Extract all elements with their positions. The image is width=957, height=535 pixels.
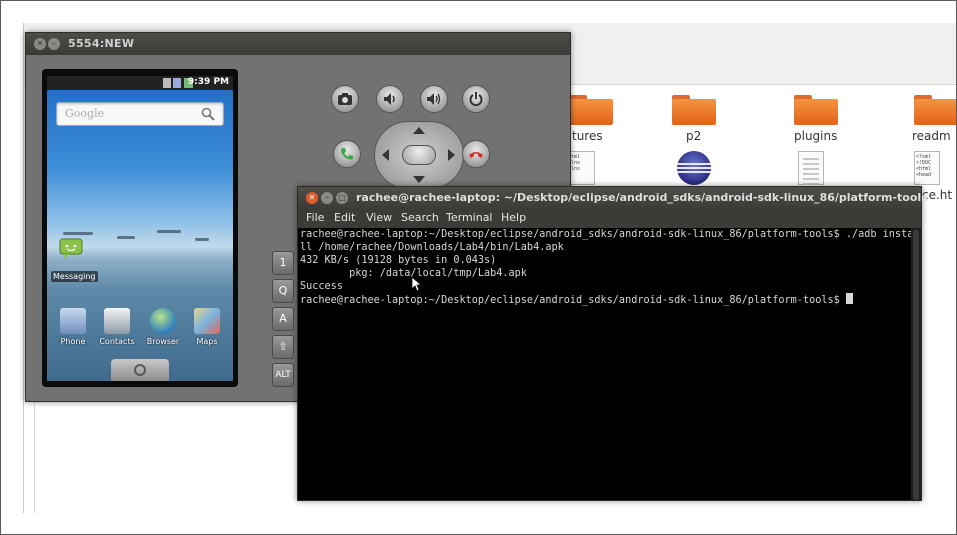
search-placeholder: Google <box>65 107 105 120</box>
arrow-down-icon[interactable] <box>413 176 425 183</box>
folder-label[interactable]: tures <box>572 129 603 143</box>
mouse-pointer-icon <box>412 277 422 292</box>
maps-app[interactable]: Maps <box>187 308 227 346</box>
volume-up-button[interactable] <box>420 85 448 113</box>
browser-app-icon <box>150 308 176 334</box>
scrollbar-thumb[interactable] <box>913 230 919 500</box>
app-label: Browser <box>146 337 180 346</box>
status-bar: 9:39 PM <box>47 76 233 90</box>
terminal-line: ll /home/rachee/Downloads/Lab4/bin/Lab4.… <box>300 242 564 253</box>
arrow-left-icon[interactable] <box>382 149 389 161</box>
menu-file[interactable]: File <box>306 211 324 224</box>
terminal-scrollbar[interactable] <box>911 228 921 500</box>
terminal-menubar: File Edit View Search Terminal Help <box>298 209 921 228</box>
menu-terminal[interactable]: Terminal <box>446 211 493 224</box>
text-cursor <box>845 293 853 304</box>
emulator-titlebar[interactable]: ✕ – 5554:NEW <box>26 33 570 55</box>
call-button[interactable] <box>333 140 361 168</box>
wallpaper-island <box>195 238 209 241</box>
folder-icon[interactable] <box>794 95 838 125</box>
app-launcher-tab[interactable] <box>111 359 169 381</box>
maximize-icon[interactable]: □ <box>336 192 348 204</box>
contacts-app-icon <box>104 308 130 334</box>
xml-file-icon[interactable]: tml lns lns <box>569 151 595 185</box>
menu-search[interactable]: Search <box>401 211 439 224</box>
eclipse-icon[interactable] <box>677 151 711 185</box>
folder-label[interactable]: readm <box>912 129 951 143</box>
call-icon <box>341 148 353 160</box>
folder-icon[interactable] <box>672 95 716 125</box>
menu-view[interactable]: View <box>366 211 392 224</box>
key-shift[interactable]: ⇧ <box>272 335 294 359</box>
terminal-line: pkg: /data/local/tmp/Lab4.apk <box>300 268 527 279</box>
key-q[interactable]: Q <box>272 279 294 303</box>
power-icon <box>469 92 483 107</box>
volume-up-icon <box>427 93 441 105</box>
file-preview-text: <?xml <!DOC <html <head <box>916 154 932 178</box>
close-icon[interactable]: ✕ <box>34 38 46 50</box>
terminal-title: rachee@rachee-laptop: ~/Desktop/eclipse/… <box>356 191 928 204</box>
menu-edit[interactable]: Edit <box>334 211 355 224</box>
phone-app[interactable]: Phone <box>53 308 93 346</box>
phone-app-icon <box>60 308 86 334</box>
end-call-button[interactable] <box>462 140 490 168</box>
volume-down-icon <box>384 93 395 105</box>
volume-down-button[interactable] <box>376 85 404 113</box>
signal-icon <box>173 78 181 88</box>
folder-icon[interactable] <box>914 95 956 125</box>
html-file-icon[interactable]: <?xml <!DOC <html <head <box>914 151 940 185</box>
terminal-output[interactable]: rachee@rachee-laptop:~/Desktop/eclipse/a… <box>300 228 911 500</box>
text-file-icon[interactable] <box>798 151 824 185</box>
key-a[interactable]: A <box>272 307 294 331</box>
browser-app[interactable]: Browser <box>143 308 183 346</box>
messaging-shortcut[interactable]: Messaging <box>51 238 98 283</box>
status-time: 9:39 PM <box>187 77 229 87</box>
camera-button[interactable] <box>331 85 359 113</box>
key-1[interactable]: 1 <box>272 251 294 275</box>
search-icon[interactable] <box>201 107 215 121</box>
device-screen-frame: 9:39 PM Google Messaging Phone Contacts … <box>42 69 238 387</box>
terminal-window: ✕ – □ rachee@rachee-laptop: ~/Desktop/ec… <box>297 186 928 501</box>
folder-label[interactable]: p2 <box>686 129 701 143</box>
power-button[interactable] <box>462 85 490 113</box>
google-search-widget[interactable]: Google <box>56 102 224 126</box>
desktop: tures p2 plugins readm tml lns lns <?xml… <box>0 0 957 535</box>
app-label: Maps <box>196 337 218 346</box>
app-label: Contacts <box>99 337 135 346</box>
wallpaper-island <box>117 236 135 239</box>
messaging-label: Messaging <box>51 271 98 282</box>
folder-label[interactable]: plugins <box>794 129 837 143</box>
maps-app-icon <box>194 308 220 334</box>
key-alt[interactable]: ALT <box>272 363 294 387</box>
app-label: Phone <box>60 337 86 346</box>
terminal-prompt-line: rachee@rachee-laptop:~/Desktop/eclipse/a… <box>300 293 911 307</box>
camera-icon <box>338 93 352 105</box>
network-3g-icon <box>163 78 171 88</box>
dpad[interactable] <box>374 121 464 189</box>
contacts-app[interactable]: Contacts <box>97 308 137 346</box>
device-screen[interactable]: 9:39 PM Google Messaging Phone Contacts … <box>47 76 233 381</box>
end-call-icon <box>469 152 483 158</box>
dpad-center-button[interactable] <box>402 145 436 165</box>
terminal-titlebar[interactable]: ✕ – □ rachee@rachee-laptop: ~/Desktop/ec… <box>298 187 928 209</box>
wallpaper-island <box>63 232 93 235</box>
folder-icon[interactable] <box>569 95 613 125</box>
messaging-icon <box>59 238 83 259</box>
emulator-title: 5554:NEW <box>68 37 135 50</box>
close-icon[interactable]: ✕ <box>306 192 318 204</box>
arrow-right-icon[interactable] <box>448 149 455 161</box>
terminal-line: 432 KB/s (19128 bytes in 0.043s) <box>300 255 497 266</box>
wallpaper-island <box>157 230 181 233</box>
terminal-line: Success <box>300 281 343 292</box>
file-preview-text: tml lns lns <box>571 154 581 172</box>
menu-help[interactable]: Help <box>501 211 526 224</box>
arrow-up-icon[interactable] <box>413 127 425 134</box>
minimize-icon[interactable]: – <box>321 192 333 204</box>
terminal-line: rachee@rachee-laptop:~/Desktop/eclipse/a… <box>300 229 911 240</box>
minimize-icon[interactable]: – <box>48 38 60 50</box>
launcher-icon <box>134 364 146 376</box>
terminal-prompt: rachee@rachee-laptop:~/Desktop/eclipse/a… <box>300 295 846 306</box>
